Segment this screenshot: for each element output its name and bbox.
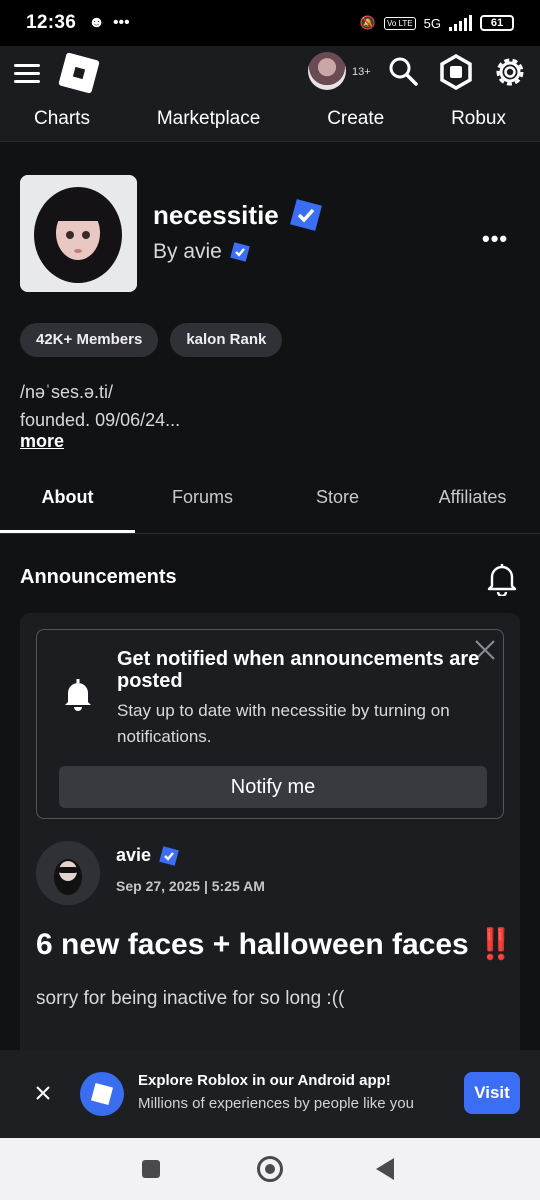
search-icon[interactable] — [388, 56, 418, 86]
notify-title: Get notified when announcements are post… — [117, 648, 480, 692]
verified-badge-icon — [230, 242, 250, 262]
app-install-banner: Explore Roblox in our Android app! Milli… — [0, 1050, 540, 1138]
primary-nav-tabs: Charts Marketplace Create Robux — [0, 108, 540, 138]
group-name-text: necessitie — [153, 199, 279, 230]
more-link[interactable]: more — [20, 431, 64, 452]
app-notification-icon: ☻ — [88, 14, 105, 31]
banner-title: Explore Roblox in our Android app! — [138, 1072, 391, 1089]
nav-tab-create[interactable]: Create — [327, 108, 384, 138]
post-author-avatar[interactable] — [36, 841, 100, 905]
recent-apps-icon[interactable] — [142, 1160, 160, 1178]
group-tabs: About Forums Store Affiliates — [0, 470, 540, 534]
robux-icon[interactable] — [438, 54, 474, 90]
group-description: /nəˈses.ə.ti/ founded. 09/06/24... — [20, 378, 180, 434]
members-chip[interactable]: 42K+ Members — [20, 323, 159, 357]
gear-icon[interactable] — [492, 54, 528, 90]
group-icon-image — [20, 175, 137, 292]
tab-forums[interactable]: Forums — [135, 470, 270, 533]
notify-prompt: Get notified when announcements are post… — [36, 629, 504, 819]
roblox-app-icon — [80, 1072, 124, 1116]
verified-badge-icon — [159, 845, 179, 866]
home-icon[interactable] — [257, 1156, 283, 1182]
tab-affiliates[interactable]: Affiliates — [405, 470, 540, 533]
tab-about[interactable]: About — [0, 470, 135, 533]
nav-tab-charts[interactable]: Charts — [34, 108, 90, 138]
announcements-card: Get notified when announcements are post… — [20, 613, 520, 1063]
mute-icon: 🔕 — [359, 15, 376, 30]
group-owner-text[interactable]: By avie — [153, 240, 222, 264]
notify-me-button[interactable]: Notify me — [59, 766, 487, 808]
bell-icon[interactable] — [486, 562, 518, 596]
network-label: 5G — [423, 15, 441, 31]
post-body: sorry for being inactive for so long :(( — [36, 988, 345, 1009]
post-date: Sep 27, 2025 | 5:25 AM — [116, 878, 265, 894]
notification-icons: ☻ ••• — [88, 14, 130, 32]
more-options-icon[interactable]: ••• — [482, 226, 508, 252]
nav-tab-marketplace[interactable]: Marketplace — [157, 108, 261, 138]
group-owner[interactable]: By avie — [153, 240, 250, 264]
bell-filled-icon — [65, 679, 91, 711]
notify-text: Stay up to date with necessitie by turni… — [117, 701, 450, 746]
user-avatar[interactable] — [308, 52, 346, 90]
visit-button[interactable]: Visit — [464, 1072, 520, 1114]
back-icon[interactable] — [376, 1158, 394, 1180]
group-name: necessitie — [153, 198, 323, 232]
roblox-logo-icon[interactable] — [58, 52, 100, 94]
signal-icon — [449, 15, 472, 31]
nav-tab-robux[interactable]: Robux — [451, 108, 506, 138]
android-navigation-bar — [0, 1138, 540, 1200]
post-author-name[interactable]: avie — [116, 845, 151, 866]
rank-chip[interactable]: kalon Rank — [170, 323, 283, 357]
group-chips: 42K+ Members kalon Rank — [20, 323, 283, 357]
post-author[interactable]: avie — [116, 845, 179, 866]
status-right: 🔕 Vo LTE 5G 61 — [360, 15, 514, 31]
volte-icon: Vo LTE — [384, 16, 416, 30]
description-line-1: /nəˈses.ə.ti/ — [20, 382, 114, 402]
tab-store[interactable]: Store — [270, 470, 405, 533]
post-title: 6 new faces + halloween faces ‼️ — [36, 928, 515, 961]
top-navigation: 13+ Charts Marketplace Create Robux — [0, 46, 540, 142]
close-icon[interactable] — [34, 1084, 52, 1102]
menu-icon[interactable] — [14, 64, 40, 84]
status-time: 12:36 — [26, 12, 77, 33]
age-badge: 13+ — [352, 66, 371, 78]
status-bar: 12:36 ☻ ••• 🔕 Vo LTE 5G 61 — [0, 0, 540, 46]
banner-subtitle: Millions of experiences by people like y… — [138, 1095, 414, 1112]
announcements-title: Announcements — [20, 566, 177, 588]
overflow-dots-icon: ••• — [112, 14, 130, 31]
description-line-2: founded. 09/06/24... — [20, 410, 181, 430]
battery-icon: 61 — [480, 15, 514, 31]
verified-badge-icon — [289, 199, 322, 231]
